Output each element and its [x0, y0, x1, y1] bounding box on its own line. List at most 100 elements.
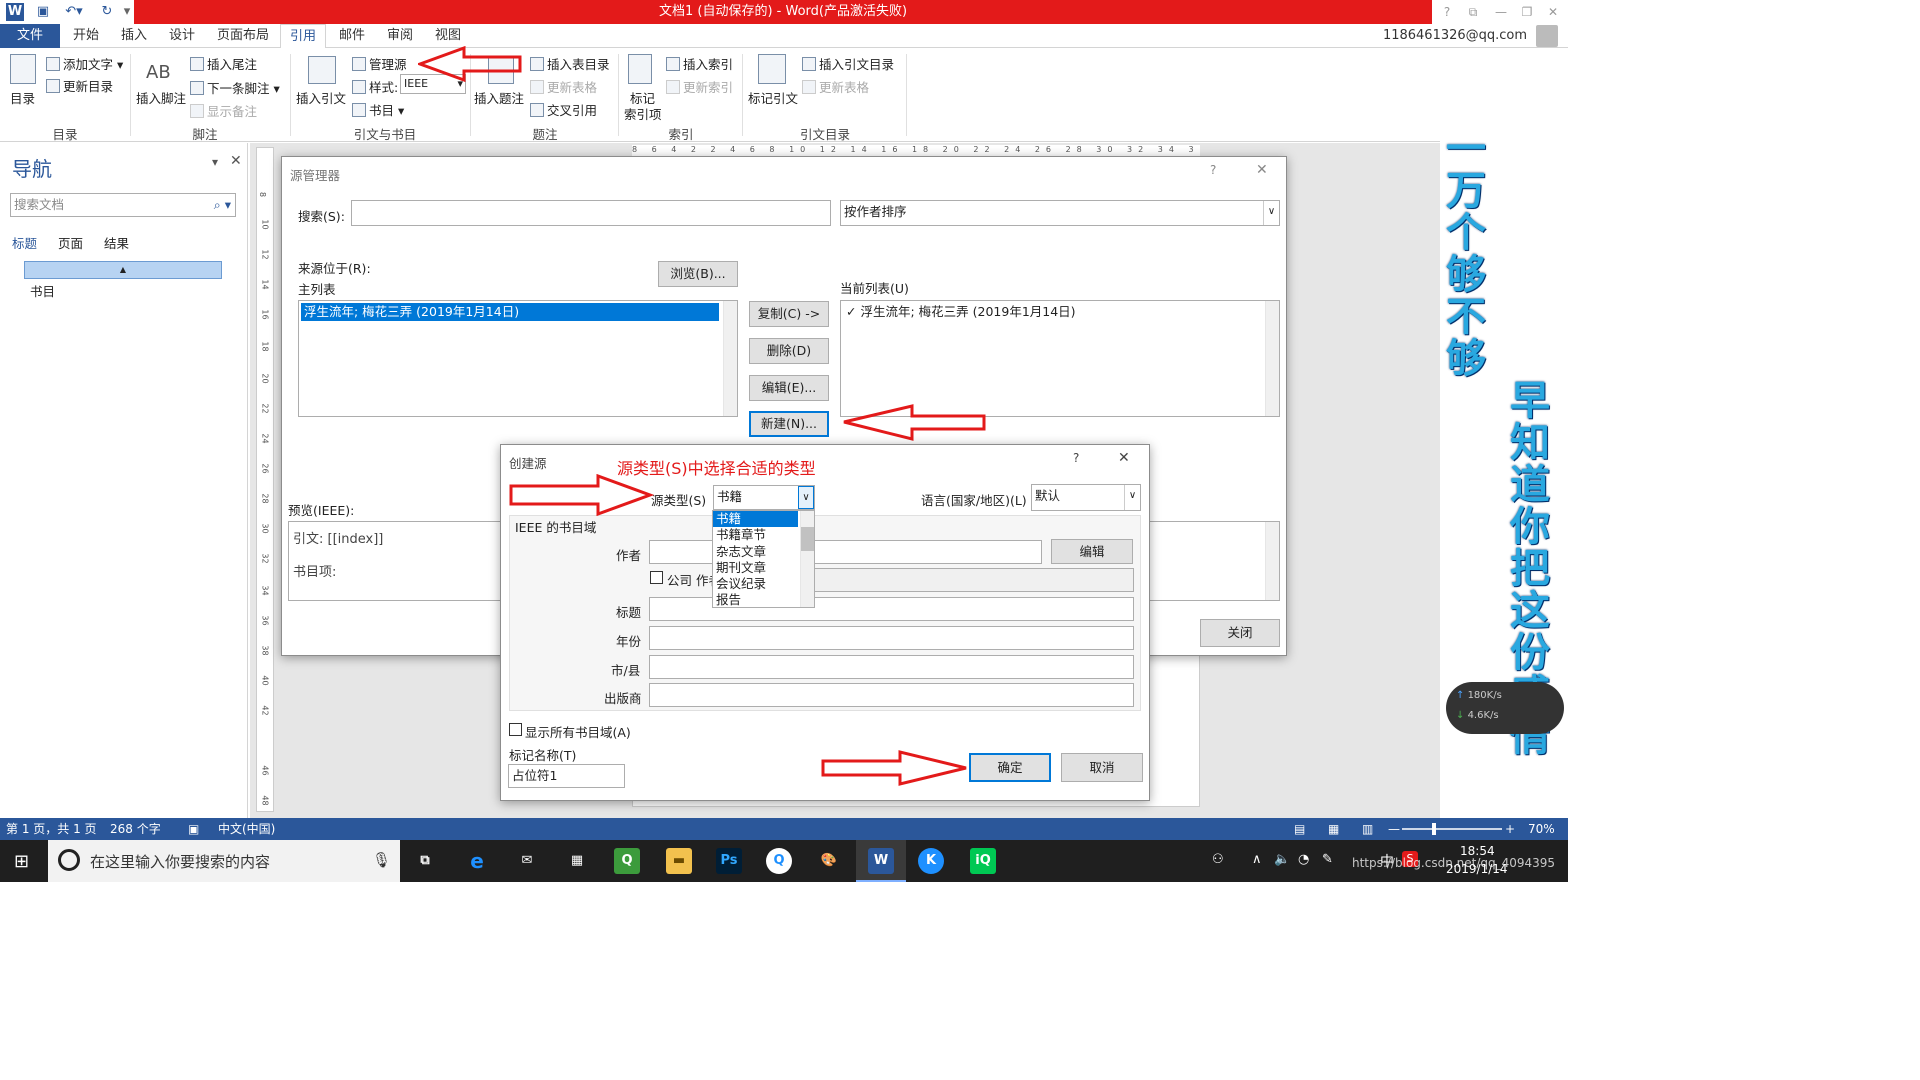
close-icon[interactable]: ✕ [1118, 450, 1130, 466]
ok-button[interactable]: 确定 [969, 753, 1051, 782]
help-icon[interactable]: ? [1436, 2, 1458, 22]
mark-citation-icon[interactable] [758, 54, 786, 84]
minimize-icon[interactable]: — [1490, 2, 1512, 22]
author-input[interactable] [649, 540, 1042, 564]
redo-icon[interactable]: ↻ [98, 3, 116, 21]
toc-icon[interactable] [10, 54, 36, 84]
bibliography-button[interactable]: 书目 ▾ [352, 100, 404, 119]
language-status[interactable]: 中文(中国) [218, 818, 275, 840]
show-all-fields-checkbox[interactable] [509, 723, 522, 736]
toc-button[interactable]: 目录 [10, 88, 35, 107]
insert-footnote-button[interactable]: 插入脚注 [136, 88, 186, 107]
iqiyi-icon[interactable]: iQ [970, 848, 996, 874]
help-icon[interactable]: ? [1210, 163, 1216, 177]
show-notes-button[interactable]: 显示备注 [190, 101, 257, 120]
scrollbar[interactable] [1265, 522, 1279, 600]
source-type-option[interactable]: 期刊文章 [713, 560, 814, 576]
cancel-button[interactable]: 取消 [1061, 753, 1143, 782]
help-icon[interactable]: ? [1073, 451, 1079, 465]
source-type-option[interactable]: 报告 [713, 592, 814, 608]
tab-design[interactable]: 设计 [160, 24, 204, 48]
account-email[interactable]: 1186461326@qq.com [1380, 24, 1530, 48]
source-type-option[interactable]: 会议纪录 [713, 576, 814, 592]
task-view-icon[interactable]: ⧉ [412, 848, 438, 874]
add-text-button[interactable]: 添加文字 ▾ [46, 54, 123, 73]
customize-qat-icon[interactable]: ▾ [122, 3, 132, 21]
network-icon[interactable]: ◔ [1298, 852, 1309, 867]
tab-mailings[interactable]: 邮件 [330, 24, 374, 48]
list-item[interactable]: 浮生流年; 梅花三弄 (2019年1月14日) [301, 303, 719, 321]
master-list[interactable]: 浮生流年; 梅花三弄 (2019年1月14日) [298, 300, 738, 417]
zoom-slider[interactable] [1402, 828, 1502, 830]
list-item[interactable]: ✓ 浮生流年; 梅花三弄 (2019年1月14日) [843, 303, 1277, 321]
corporate-author-checkbox[interactable] [650, 571, 663, 584]
microphone-icon[interactable]: 🎙 [372, 851, 391, 869]
zoom-out-icon[interactable]: — [1388, 818, 1400, 840]
undo-icon[interactable]: ↶▾ [60, 3, 88, 21]
tray-expand-icon[interactable]: ∧ [1252, 852, 1262, 867]
scrollbar[interactable] [723, 301, 737, 416]
nav-tab-results[interactable]: 结果 [104, 233, 129, 252]
source-type-dropdown[interactable]: 书籍 ∨ [713, 485, 815, 510]
language-dropdown[interactable]: 默认 ∨ [1031, 484, 1141, 511]
insert-citation-icon[interactable] [308, 56, 336, 84]
source-type-option[interactable]: 书籍章节 [713, 527, 814, 543]
read-mode-icon[interactable]: ▤ [1294, 818, 1305, 840]
nav-tab-pages[interactable]: 页面 [58, 233, 83, 252]
nav-close-icon[interactable]: ✕ [230, 153, 242, 169]
year-input[interactable] [649, 626, 1134, 650]
store-icon[interactable]: ▦ [564, 848, 590, 874]
volume-icon[interactable]: 🔈 [1274, 852, 1290, 867]
windows-start-icon[interactable]: ⊞ [14, 851, 29, 872]
edge-icon[interactable]: e [464, 848, 490, 874]
current-list[interactable]: ✓ 浮生流年; 梅花三弄 (2019年1月14日) [840, 300, 1280, 417]
tab-home[interactable]: 开始 [64, 24, 108, 48]
footnote-ab-icon[interactable]: AB [146, 62, 171, 83]
scroll-thumb[interactable] [801, 527, 814, 551]
update-toc-button[interactable]: 更新目录 [46, 76, 113, 95]
source-search-input[interactable] [351, 200, 831, 226]
mark-citation-button[interactable]: 标记引文 [748, 88, 798, 107]
next-footnote-button[interactable]: 下一条脚注 ▾ [190, 78, 280, 97]
insert-endnote-button[interactable]: 插入尾注 [190, 54, 257, 73]
tab-view[interactable]: 视图 [426, 24, 470, 48]
source-type-list[interactable]: 书籍 书籍章节 杂志文章 期刊文章 会议纪录 报告 [712, 510, 815, 608]
browse-button[interactable]: 浏览(B)... [658, 261, 738, 287]
update-index-button[interactable]: 更新索引 [666, 77, 733, 96]
insert-caption-button[interactable]: 插入题注 [474, 88, 524, 107]
close-icon[interactable]: ✕ [1256, 162, 1268, 178]
file-explorer-icon[interactable]: ▬ [666, 848, 692, 874]
city-input[interactable] [649, 655, 1134, 679]
publisher-input[interactable] [649, 683, 1134, 707]
delete-button[interactable]: 删除(D) [749, 338, 829, 364]
ribbon-display-icon[interactable]: ⧉ [1462, 2, 1484, 22]
nav-search-input[interactable]: 搜索文档 ⌕ ▾ [10, 193, 236, 217]
nav-tab-headings[interactable]: 标题 [12, 233, 37, 252]
edit-author-button[interactable]: 编辑 [1051, 539, 1133, 564]
zoom-thumb[interactable] [1432, 823, 1436, 835]
nav-heading-item[interactable]: 书目 [30, 281, 55, 300]
insert-citation-button[interactable]: 插入引文 [296, 88, 346, 107]
tab-layout[interactable]: 页面布局 [210, 24, 276, 48]
taskbar-search-box[interactable]: 在这里输入你要搜索的内容 🎙 [48, 840, 400, 882]
search-icon[interactable]: ⌕ ▾ [214, 194, 235, 216]
kugou-icon[interactable]: K [918, 848, 944, 874]
save-icon[interactable]: ▣ [34, 3, 52, 21]
maximize-icon[interactable]: ❐ [1516, 2, 1538, 22]
tag-name-input[interactable]: 占位符1 [508, 764, 625, 788]
cross-reference-button[interactable]: 交叉引用 [530, 100, 597, 119]
source-type-option[interactable]: 杂志文章 [713, 544, 814, 560]
mark-entry-line2[interactable]: 索引项 [624, 104, 662, 123]
proofing-icon[interactable]: ▣ [188, 818, 199, 840]
update-table-button[interactable]: 更新表格 [530, 77, 597, 96]
nav-options-icon[interactable]: ▾ [212, 155, 218, 169]
insert-toa-button[interactable]: 插入引文目录 [802, 54, 894, 73]
page-count[interactable]: 第 1 页，共 1 页 [6, 818, 97, 840]
insert-index-button[interactable]: 插入索引 [666, 54, 733, 73]
corporate-author-input[interactable] [811, 568, 1134, 592]
tab-review[interactable]: 审阅 [378, 24, 422, 48]
photoshop-icon[interactable]: Ps [716, 848, 742, 874]
zoom-in-icon[interactable]: + [1505, 818, 1515, 840]
print-layout-icon[interactable]: ▦ [1328, 818, 1339, 840]
manage-sources-button[interactable]: 管理源 [352, 54, 407, 73]
